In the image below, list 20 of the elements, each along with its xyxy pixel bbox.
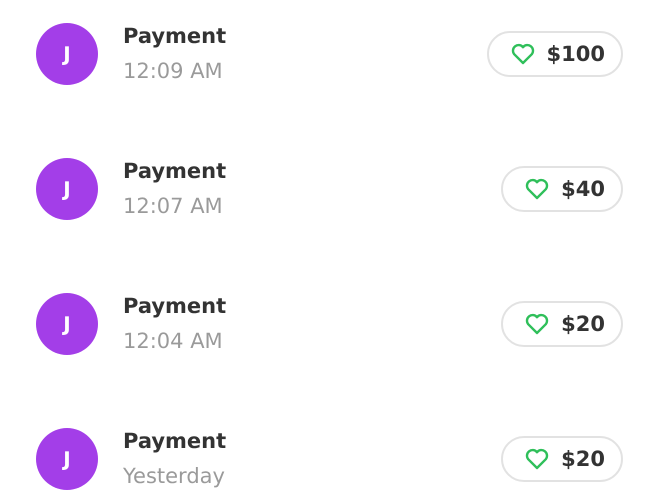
transaction-title: Payment xyxy=(123,428,228,454)
heart-icon xyxy=(525,448,550,470)
transaction-time: 12:04 AM xyxy=(123,328,224,354)
transaction-time: 12:09 AM xyxy=(123,58,224,84)
heart-icon xyxy=(525,178,550,200)
amount-button[interactable]: $20 xyxy=(501,301,623,347)
transaction-title: Payment xyxy=(123,23,228,49)
transaction-time: 12:07 AM xyxy=(123,193,224,219)
heart-icon xyxy=(510,43,535,65)
transaction-time: Yesterday xyxy=(123,463,226,489)
avatar-initial: J xyxy=(36,428,98,490)
avatar-initial: J xyxy=(36,158,98,220)
transaction-title: Payment xyxy=(123,293,228,319)
transaction-title: Payment xyxy=(123,158,228,184)
amount-button[interactable]: $40 xyxy=(501,166,623,212)
avatar-initial: J xyxy=(36,293,98,355)
heart-icon xyxy=(525,313,550,335)
amount-button[interactable]: $20 xyxy=(501,436,623,482)
avatar-initial: J xyxy=(36,23,98,85)
amount-button[interactable]: $100 xyxy=(486,31,623,77)
